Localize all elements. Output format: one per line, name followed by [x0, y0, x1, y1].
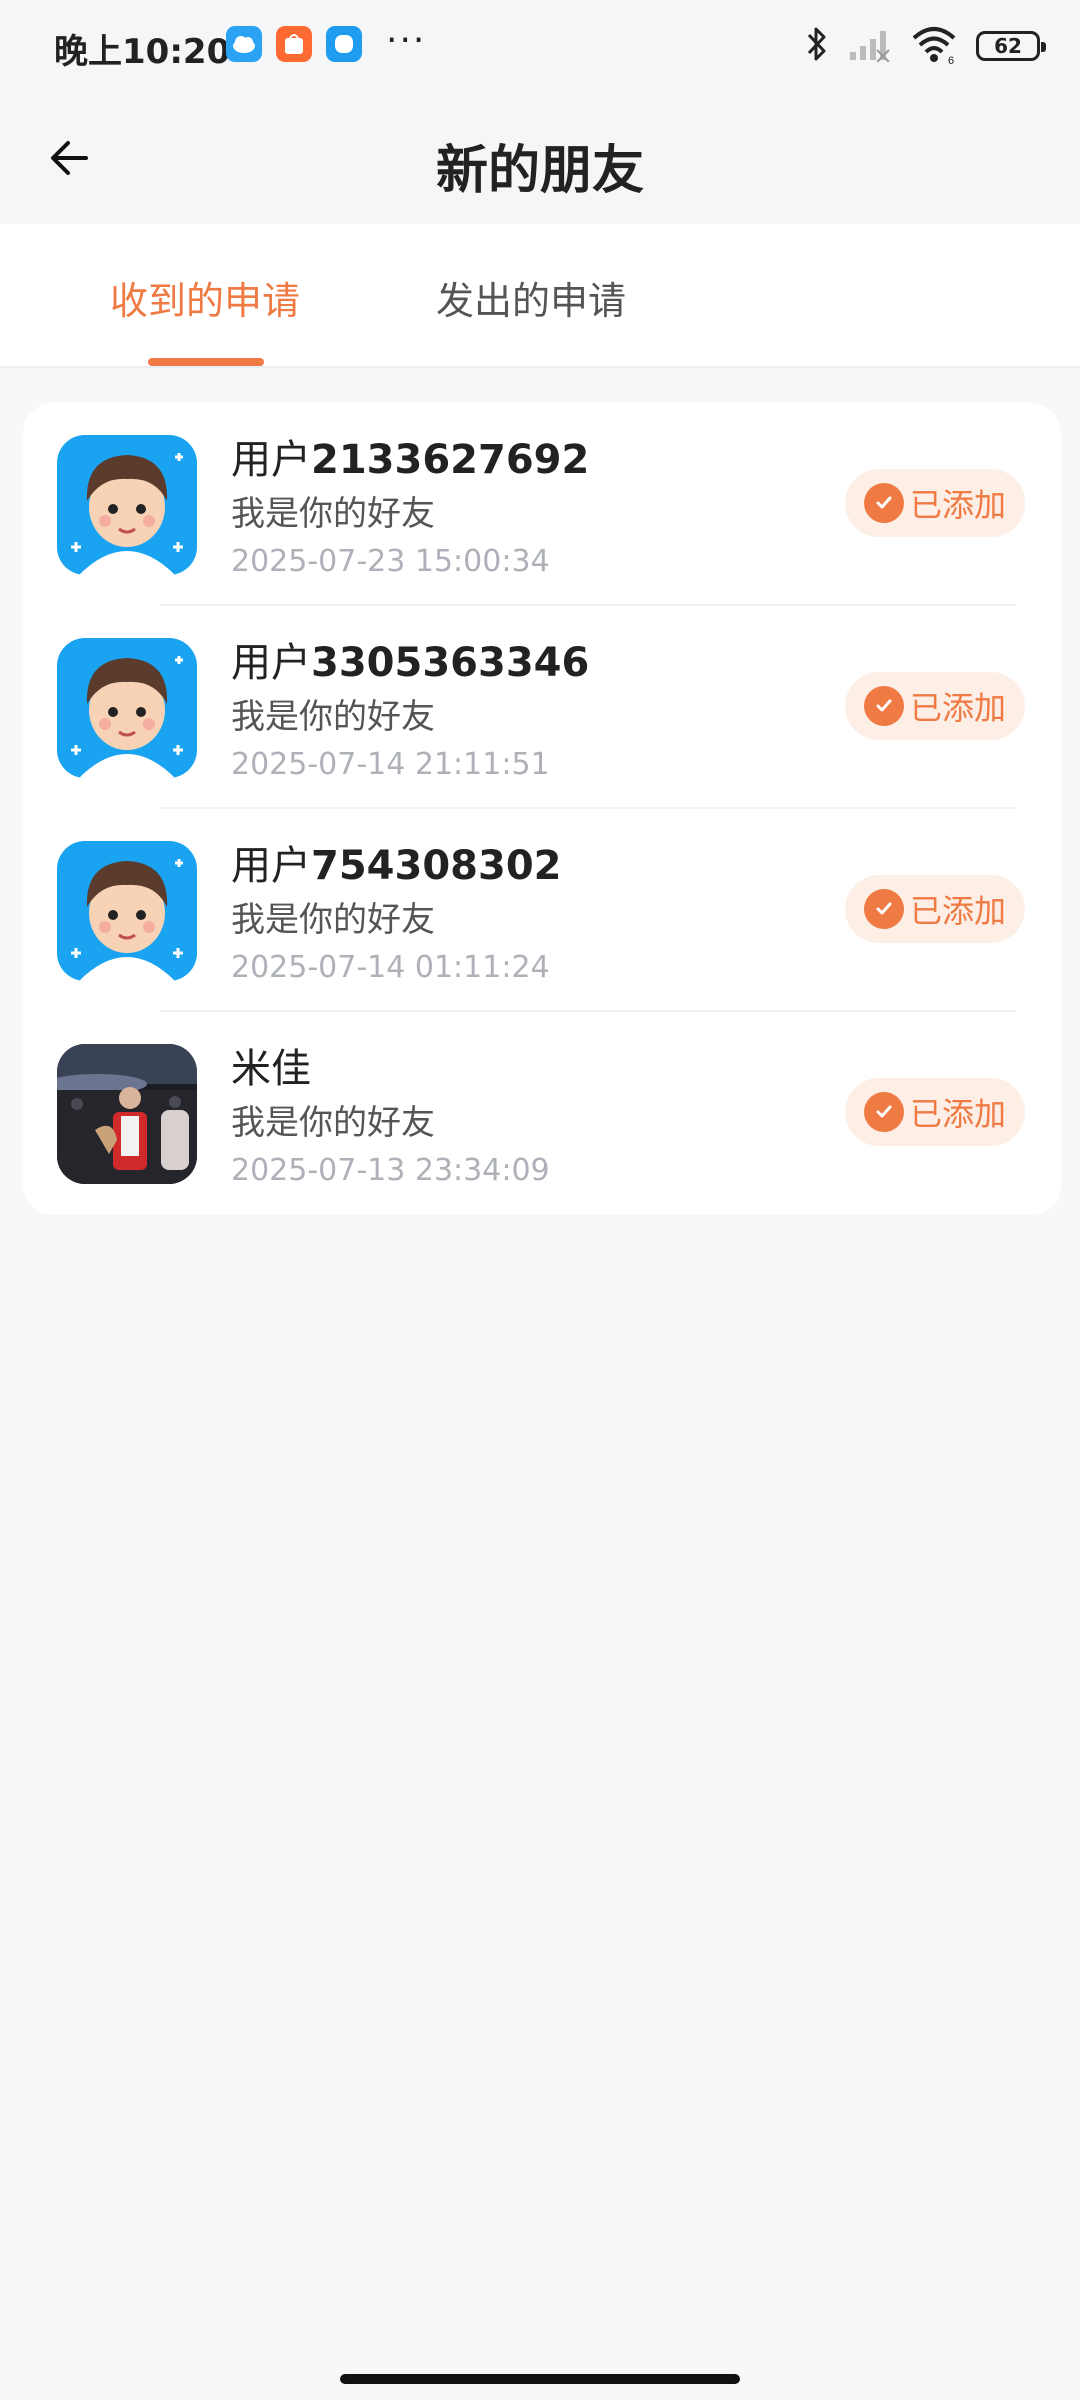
user-name: 用户2133627692: [231, 427, 589, 485]
request-time: 2025-07-14 21:11:51: [231, 747, 550, 782]
status-label: 已添加: [909, 1095, 1006, 1133]
status-label: 已添加: [909, 892, 1006, 930]
page-title: 新的朋友: [435, 141, 644, 201]
svg-text:6: 6: [948, 55, 954, 64]
name-prefix: 用户: [231, 437, 311, 483]
added-status-badge: 已添加: [845, 875, 1025, 943]
check-circle-icon: [863, 483, 904, 523]
request-message: 我是你的好友: [231, 494, 435, 534]
name-prefix: 用户: [231, 843, 311, 889]
tab-bar: 收到的申请 发出的申请: [0, 224, 1080, 368]
avatar: [57, 435, 197, 575]
added-status-badge: 已添加: [845, 1078, 1025, 1146]
user-id: 3305363346: [311, 640, 590, 686]
status-label: 已添加: [909, 689, 1006, 727]
user-name: 米佳: [231, 1036, 311, 1094]
request-time: 2025-07-14 01:11:24: [231, 950, 550, 985]
bluetooth-icon: [804, 24, 830, 68]
user-id: 2133627692: [311, 437, 590, 483]
list-item[interactable]: 用户2133627692 我是你的好友 2025-07-23 15:00:34 …: [23, 403, 1061, 606]
avatar: [57, 841, 197, 981]
status-label: 已添加: [909, 486, 1006, 524]
request-message: 我是你的好友: [231, 900, 435, 940]
name-prefix: 用户: [231, 640, 311, 686]
request-time: 2025-07-13 23:34:09: [231, 1153, 550, 1188]
user-name: 用户3305363346: [231, 630, 589, 688]
cloud-app-icon: [226, 26, 262, 62]
name-prefix: 米佳: [231, 1046, 311, 1092]
wifi-icon: 6: [910, 24, 958, 68]
tab-sent-requests[interactable]: 发出的申请: [436, 270, 626, 325]
friend-request-list: 用户2133627692 我是你的好友 2025-07-23 15:00:34 …: [23, 403, 1061, 1215]
request-time: 2025-07-23 15:00:34: [231, 544, 550, 579]
signal-icon: [848, 26, 892, 66]
added-status-badge: 已添加: [845, 672, 1025, 740]
avatar: [57, 638, 197, 778]
request-message: 我是你的好友: [231, 697, 435, 737]
status-bar: 晚上10:20 ··· 6 62: [0, 0, 1080, 92]
battery-level: 62: [994, 34, 1022, 58]
user-name: 用户754308302: [231, 833, 562, 891]
orange-app-icon: [276, 26, 312, 62]
check-circle-icon: [863, 686, 904, 726]
request-message: 我是你的好友: [231, 1103, 435, 1143]
avatar: [57, 1044, 197, 1184]
blue-app-icon: [326, 26, 362, 62]
check-circle-icon: [863, 1092, 904, 1132]
battery-icon: 62: [976, 31, 1046, 61]
list-item[interactable]: 用户754308302 我是你的好友 2025-07-14 01:11:24 已…: [23, 809, 1061, 1012]
tab-received-requests[interactable]: 收到的申请: [110, 270, 300, 325]
home-indicator[interactable]: [340, 2374, 740, 2384]
added-status-badge: 已添加: [845, 469, 1025, 537]
check-circle-icon: [863, 889, 904, 929]
user-id: 754308302: [311, 843, 562, 889]
active-tab-indicator: [148, 358, 264, 366]
status-time: 晚上10:20: [54, 32, 231, 72]
header: 新的朋友: [0, 92, 1080, 224]
list-item[interactable]: 米佳 我是你的好友 2025-07-13 23:34:09 已添加: [23, 1012, 1061, 1215]
list-item[interactable]: 用户3305363346 我是你的好友 2025-07-14 21:11:51 …: [23, 606, 1061, 809]
more-notifications-icon: ···: [386, 20, 427, 61]
